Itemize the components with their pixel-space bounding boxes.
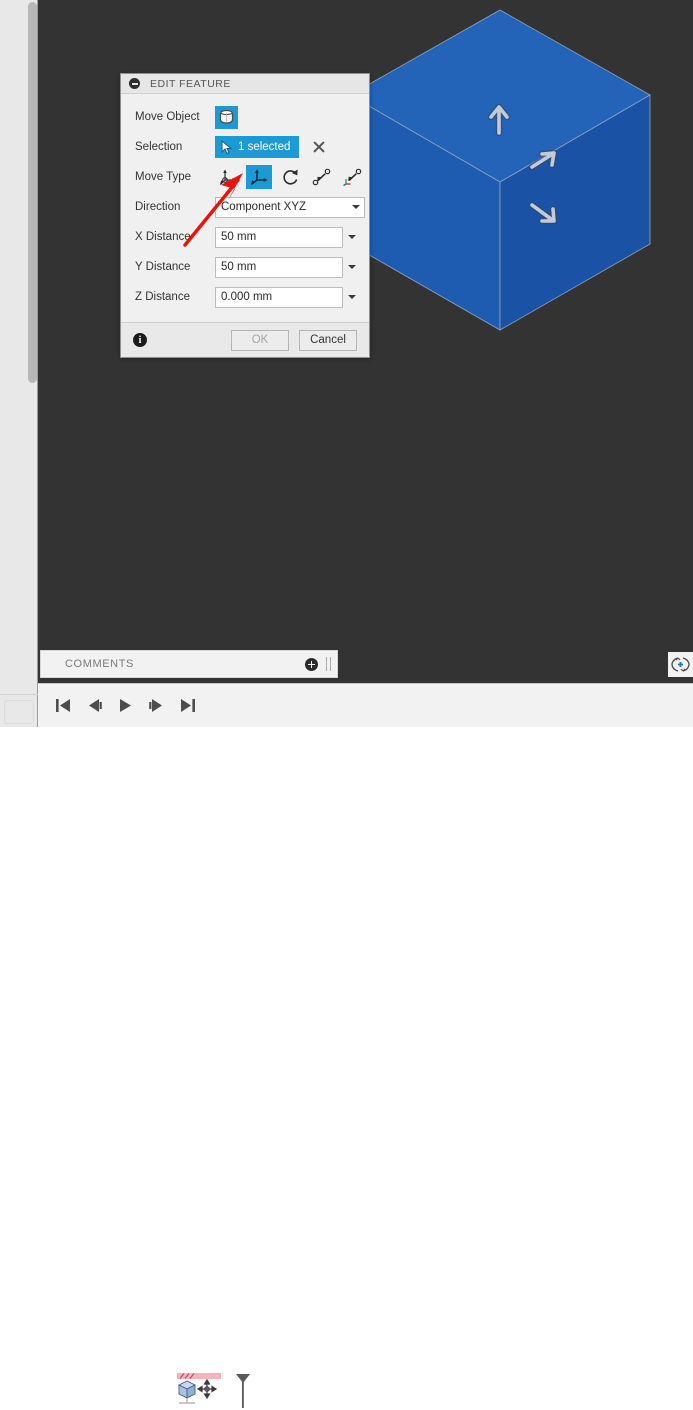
selection-row: Selection 1 selected bbox=[121, 132, 369, 162]
x-distance-label: X Distance bbox=[135, 231, 191, 243]
info-icon[interactable]: i bbox=[133, 333, 147, 347]
move-type-label: Move Type bbox=[135, 171, 192, 183]
x-distance-row: X Distance 50 mm bbox=[121, 222, 369, 252]
dialog-body: Move Object Selection 1 selected Move Ty… bbox=[121, 94, 369, 322]
cancel-button[interactable]: Cancel bbox=[299, 329, 357, 351]
rotate-arc-icon bbox=[282, 169, 298, 185]
skip-to-start-button[interactable] bbox=[52, 692, 74, 718]
left-panel-divider bbox=[0, 694, 38, 695]
chevron-down-icon[interactable] bbox=[348, 205, 364, 209]
x-distance-input[interactable]: 50 mm bbox=[215, 226, 343, 248]
timeline-end-marker[interactable] bbox=[235, 1372, 251, 1410]
playback-controls bbox=[52, 692, 198, 718]
y-distance-label: Y Distance bbox=[135, 261, 191, 273]
solid-body-icon bbox=[219, 110, 234, 124]
close-icon[interactable] bbox=[311, 139, 327, 155]
comments-bar[interactable]: COMMENTS bbox=[40, 650, 338, 678]
move-type-translate[interactable] bbox=[246, 165, 272, 189]
translate-axes-icon bbox=[250, 169, 268, 186]
move-type-point-to-point[interactable] bbox=[308, 165, 334, 189]
left-dock-panel bbox=[0, 0, 38, 727]
pointer-icon bbox=[221, 139, 233, 154]
minus-circle-icon[interactable] bbox=[129, 78, 140, 89]
timeline-feature-move[interactable] bbox=[175, 1372, 231, 1410]
step-forward-button[interactable] bbox=[145, 692, 167, 718]
selection-count: 1 selected bbox=[238, 141, 291, 153]
ok-button[interactable]: OK bbox=[231, 329, 289, 351]
orbit-navigation-icon[interactable] bbox=[668, 652, 693, 677]
z-distance-label: Z Distance bbox=[135, 291, 190, 303]
move-object-row: Move Object bbox=[121, 102, 369, 132]
direction-value: Component XYZ bbox=[221, 201, 307, 213]
dialog-title: EDIT FEATURE bbox=[150, 77, 231, 90]
skip-to-end-button[interactable] bbox=[176, 692, 198, 718]
y-distance-dropdown-icon[interactable] bbox=[343, 257, 361, 278]
move-type-row: Move Type bbox=[121, 162, 369, 192]
left-panel-footer-button[interactable] bbox=[4, 700, 34, 724]
y-distance-input[interactable]: 50 mm bbox=[215, 256, 343, 278]
y-distance-value: 50 mm bbox=[221, 261, 257, 273]
edit-feature-dialog[interactable]: EDIT FEATURE Move Object Selection 1 sel… bbox=[120, 73, 370, 358]
move-type-align-csys[interactable] bbox=[339, 165, 365, 189]
selection-button[interactable]: 1 selected bbox=[215, 136, 300, 158]
left-panel-scrollbar-track[interactable] bbox=[14, 0, 37, 670]
dialog-action-buttons: OK Cancel bbox=[231, 329, 357, 351]
timeline-bar bbox=[38, 683, 693, 1408]
move-type-rotate[interactable] bbox=[277, 165, 303, 189]
z-distance-dropdown-icon[interactable] bbox=[343, 287, 361, 308]
z-distance-input[interactable]: 0.000 mm bbox=[215, 286, 343, 308]
move-type-free-drag[interactable] bbox=[215, 165, 241, 189]
point-to-point-icon bbox=[312, 168, 330, 186]
step-back-button[interactable] bbox=[83, 692, 105, 718]
move-object-button[interactable] bbox=[215, 105, 238, 129]
direction-label: Direction bbox=[135, 201, 181, 213]
y-distance-row: Y Distance 50 mm bbox=[121, 252, 369, 282]
free-drag-axes-icon bbox=[219, 169, 236, 186]
z-distance-value: 0.000 mm bbox=[221, 291, 273, 303]
play-button[interactable] bbox=[114, 692, 136, 718]
drag-grip-icon[interactable] bbox=[326, 657, 331, 671]
comments-label: COMMENTS bbox=[65, 658, 134, 670]
align-coordinate-system-icon bbox=[342, 168, 361, 186]
direction-row: Direction Component XYZ bbox=[121, 192, 369, 222]
z-distance-row: Z Distance 0.000 mm bbox=[121, 282, 369, 312]
add-comment-icon[interactable] bbox=[305, 657, 318, 671]
left-panel-scrollbar-thumb[interactable] bbox=[28, 2, 37, 383]
move-object-label: Move Object bbox=[135, 111, 200, 123]
x-distance-dropdown-icon[interactable] bbox=[343, 227, 361, 248]
dialog-footer: i OK Cancel bbox=[121, 322, 369, 357]
x-distance-value: 50 mm bbox=[221, 231, 257, 243]
move-type-options bbox=[215, 165, 365, 189]
dialog-titlebar[interactable]: EDIT FEATURE bbox=[121, 74, 369, 94]
selection-label: Selection bbox=[135, 141, 183, 153]
direction-select[interactable]: Component XYZ bbox=[215, 196, 365, 218]
